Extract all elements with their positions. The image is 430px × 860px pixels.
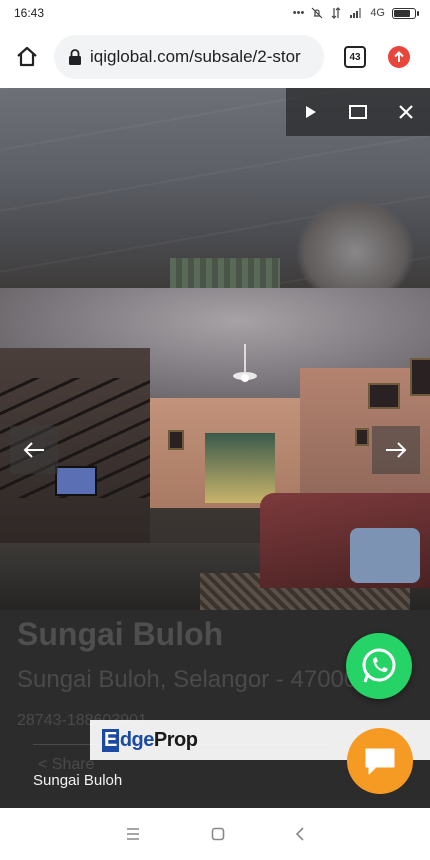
system-nav-bar — [0, 808, 430, 860]
home-icon — [17, 46, 37, 67]
arrow-right-icon — [386, 442, 407, 458]
viewer-toolbar — [286, 88, 430, 136]
chat-bubble-icon — [365, 748, 395, 775]
signal-icon — [350, 8, 362, 18]
network-type: 4G — [370, 7, 385, 19]
arrow-up-icon — [394, 51, 404, 62]
arrow-left-icon — [23, 442, 44, 458]
property-photo — [0, 288, 430, 610]
fullscreen-icon[interactable] — [348, 105, 367, 119]
dots-icon: ••• — [292, 7, 305, 19]
page-content: Sungai Buloh Sungai Buloh, Selangor - 47… — [0, 88, 430, 808]
data-icon — [331, 7, 341, 19]
whatsapp-button[interactable] — [346, 633, 412, 699]
next-photo-button[interactable] — [372, 426, 420, 474]
battery-icon — [392, 7, 419, 19]
share-icon: < — [38, 756, 48, 773]
address-bar[interactable]: iqiglobal.com/subsale/2-stor — [54, 35, 324, 79]
play-icon[interactable] — [302, 104, 318, 120]
home-square-icon[interactable] — [211, 827, 225, 841]
listing-address: Sungai Buloh, Selangor - 47000 — [17, 666, 358, 693]
whatsapp-icon — [362, 648, 396, 683]
status-bar: 16:43 ••• 4G — [0, 0, 430, 26]
chat-button[interactable] — [347, 728, 413, 794]
share-label: Share — [51, 756, 95, 773]
photo-caption: Sungai Buloh — [33, 772, 123, 789]
tab-switcher-button[interactable]: 43 — [344, 46, 366, 68]
home-button[interactable] — [12, 42, 42, 72]
status-icons: ••• 4G — [292, 7, 419, 19]
mute-icon — [311, 7, 323, 19]
status-time: 16:43 — [14, 6, 45, 20]
listing-title: Sungai Buloh — [17, 616, 224, 652]
ceiling-fan — [233, 344, 257, 382]
update-button[interactable] — [388, 46, 410, 68]
url-text: iqiglobal.com/subsale/2-stor — [90, 47, 301, 66]
close-icon[interactable] — [398, 104, 414, 120]
lock-icon — [69, 49, 81, 65]
menu-icon[interactable] — [125, 827, 141, 841]
previous-photo-button[interactable] — [10, 426, 58, 474]
browser-toolbar: iqiglobal.com/subsale/2-stor 43 — [0, 26, 430, 88]
back-icon[interactable] — [295, 827, 305, 841]
edgeprop-logo: Edge Prop — [102, 728, 198, 752]
